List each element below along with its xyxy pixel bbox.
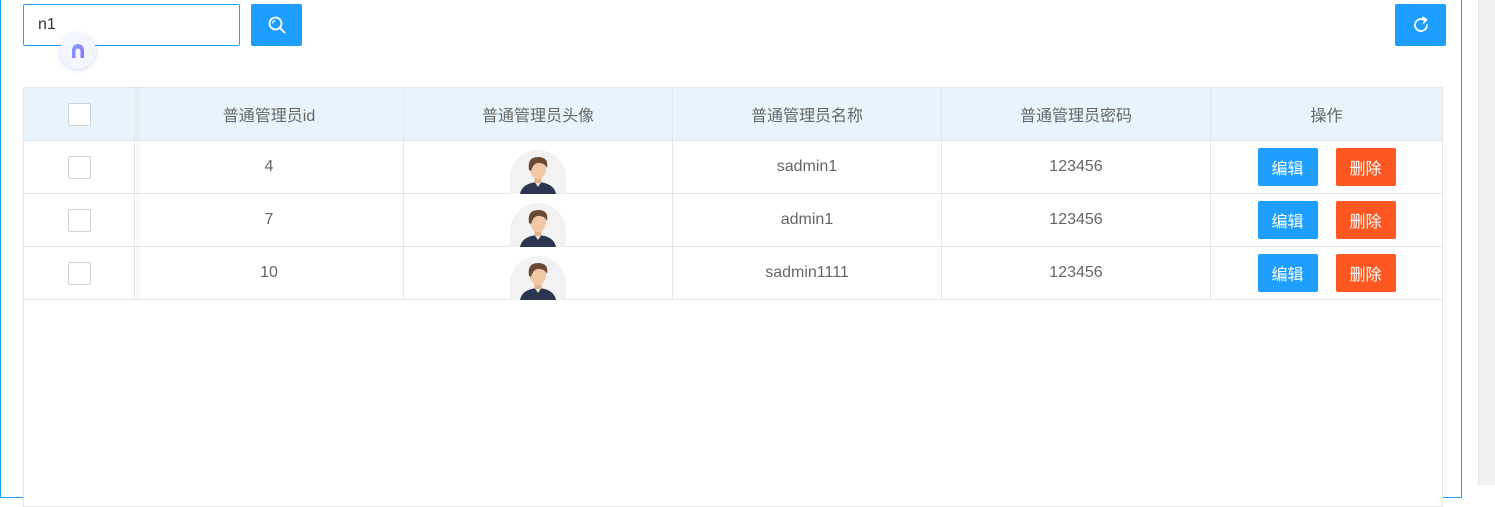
table-header: 普通管理员id 普通管理员头像 普通管理员名称 普通管理员密码 操作 [24, 88, 1442, 141]
column-header-actions: 操作 [1310, 108, 1343, 125]
edit-button[interactable]: 编辑 [1257, 148, 1318, 186]
search-icon [268, 16, 285, 34]
row-name: sadmin1111 [673, 247, 942, 299]
search-input[interactable] [23, 4, 240, 46]
column-header-avatar: 普通管理员头像 [404, 88, 673, 140]
row-password: 123456 [942, 247, 1211, 299]
select-all-checkbox[interactable] [67, 102, 91, 126]
refresh-icon [1413, 16, 1428, 32]
page-scrollbar[interactable] [1478, 0, 1495, 485]
column-header-password: 普通管理员密码 [942, 88, 1211, 140]
row-name: admin1 [673, 194, 942, 246]
assistant-badge-icon[interactable] [60, 33, 96, 69]
delete-button[interactable]: 删除 [1335, 148, 1396, 186]
row-checkbox[interactable] [67, 155, 91, 179]
edit-button[interactable]: 编辑 [1257, 201, 1318, 239]
search-button[interactable] [251, 4, 302, 46]
row-checkbox[interactable] [67, 208, 91, 232]
table-row: 10 sadmin1111 123456 编辑 删除 [24, 247, 1442, 300]
delete-button[interactable]: 删除 [1335, 201, 1396, 239]
user-avatar-icon[interactable] [510, 149, 566, 194]
row-id: 4 [135, 141, 404, 193]
delete-button[interactable]: 删除 [1335, 254, 1396, 292]
table-row: 4 sadmin1 123456 编辑 删除 [24, 141, 1442, 194]
admin-table: 普通管理员id 普通管理员头像 普通管理员名称 普通管理员密码 操作 4 sad… [23, 87, 1443, 507]
refresh-button[interactable] [1395, 4, 1446, 46]
edit-button[interactable]: 编辑 [1257, 254, 1318, 292]
column-header-id[interactable]: 普通管理员id [135, 88, 404, 140]
row-password: 123456 [942, 194, 1211, 246]
column-header-name[interactable]: 普通管理员名称 [673, 88, 942, 140]
header-checkbox-cell [24, 88, 135, 140]
row-id: 10 [135, 247, 404, 299]
row-checkbox[interactable] [67, 261, 91, 285]
fixed-column-shadow [134, 88, 136, 300]
user-avatar-icon[interactable] [510, 255, 566, 300]
row-id: 7 [135, 194, 404, 246]
table-row: 7 admin1 123456 编辑 删除 [24, 194, 1442, 247]
row-name: sadmin1 [673, 141, 942, 193]
user-avatar-icon[interactable] [510, 202, 566, 247]
row-password: 123456 [942, 141, 1211, 193]
